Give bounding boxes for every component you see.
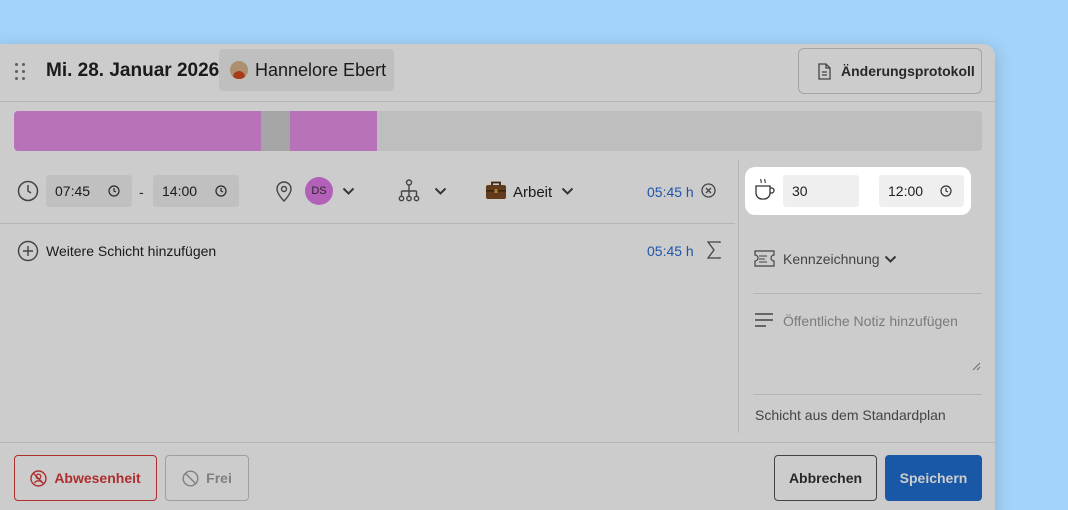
start-time-input[interactable]: 07:45	[46, 175, 132, 207]
cancel-button[interactable]: Abbrechen	[774, 455, 877, 501]
add-shift-row[interactable]: Weitere Schicht hinzufügen 05:45 h	[0, 225, 735, 277]
drag-handle-icon[interactable]	[15, 63, 27, 81]
document-icon	[818, 62, 831, 80]
chevron-down-icon[interactable]	[561, 187, 574, 196]
dialog-footer: Abwesenheit Frei Abbrechen Speichern	[0, 442, 995, 510]
briefcase-icon	[486, 181, 506, 199]
remove-shift-icon[interactable]	[701, 183, 716, 198]
location-pin-icon[interactable]	[275, 180, 293, 202]
time-picker-icon[interactable]	[108, 185, 120, 197]
total-duration: 05:45 h	[647, 243, 694, 259]
break-minutes-value: 30	[792, 183, 808, 199]
divider	[753, 293, 982, 294]
forbidden-icon	[182, 469, 199, 487]
shift-duration: 05:45 h	[647, 184, 694, 200]
employee-chip[interactable]: Hannelore Ebert	[219, 49, 394, 91]
employee-name: Hannelore Ebert	[255, 59, 387, 80]
break-time-input[interactable]: 12:00	[879, 175, 964, 207]
standard-plan-note: Schicht aus dem Standardplan	[755, 407, 946, 423]
resize-handle-icon[interactable]	[972, 362, 981, 371]
chevron-down-icon[interactable]	[884, 255, 897, 264]
org-structure-icon[interactable]	[398, 179, 420, 203]
start-time-value: 07:45	[55, 183, 91, 199]
add-shift-label[interactable]: Weitere Schicht hinzufügen	[46, 243, 216, 259]
shift-dialog: Mi. 28. Januar 2026 Hannelore Ebert Ände…	[0, 44, 995, 510]
clock-icon	[17, 180, 39, 202]
column-divider	[738, 160, 739, 433]
break-highlight: 30 12:00	[745, 167, 971, 215]
ticket-icon	[754, 250, 775, 267]
category-select[interactable]: Arbeit	[513, 184, 552, 201]
page-title: Mi. 28. Januar 2026	[46, 60, 220, 81]
timeline-segment	[260, 111, 290, 151]
change-log-label: Änderungsprotokoll	[841, 63, 975, 79]
time-separator: -	[139, 184, 144, 200]
end-time-input[interactable]: 14:00	[153, 175, 239, 207]
shift-row: 07:45 - 14:00 DS Arbeit 05:45 h	[0, 160, 735, 224]
plus-circle-icon[interactable]	[17, 240, 39, 262]
time-picker-icon[interactable]	[940, 185, 952, 197]
marking-select[interactable]: Kennzeichnung	[783, 251, 880, 267]
dialog-header: Mi. 28. Januar 2026 Hannelore Ebert Ände…	[0, 44, 995, 102]
absence-icon	[30, 469, 48, 487]
public-note-input[interactable]: Öffentliche Notiz hinzufügen	[783, 313, 958, 329]
change-log-button[interactable]: Änderungsprotokoll	[798, 48, 982, 94]
break-time-value: 12:00	[888, 183, 924, 199]
timeline-segment	[289, 111, 377, 151]
avatar	[230, 61, 248, 79]
chevron-down-icon[interactable]	[342, 187, 355, 196]
absence-label: Abwesenheit	[54, 470, 141, 486]
text-lines-icon	[755, 313, 773, 327]
end-time-value: 14:00	[162, 183, 198, 199]
divider	[753, 394, 982, 395]
shift-timeline	[14, 111, 982, 151]
free-button[interactable]: Frei	[165, 455, 249, 501]
sum-icon	[707, 241, 721, 259]
free-label: Frei	[206, 470, 232, 486]
timeline-segment	[14, 111, 261, 151]
break-minutes-input[interactable]: 30	[783, 175, 859, 207]
save-button[interactable]: Speichern	[885, 455, 982, 501]
chevron-down-icon[interactable]	[434, 187, 447, 196]
coffee-cup-icon	[755, 178, 775, 200]
employee-avatar[interactable]: DS	[305, 177, 333, 205]
absence-button[interactable]: Abwesenheit	[14, 455, 157, 501]
time-picker-icon[interactable]	[215, 185, 227, 197]
